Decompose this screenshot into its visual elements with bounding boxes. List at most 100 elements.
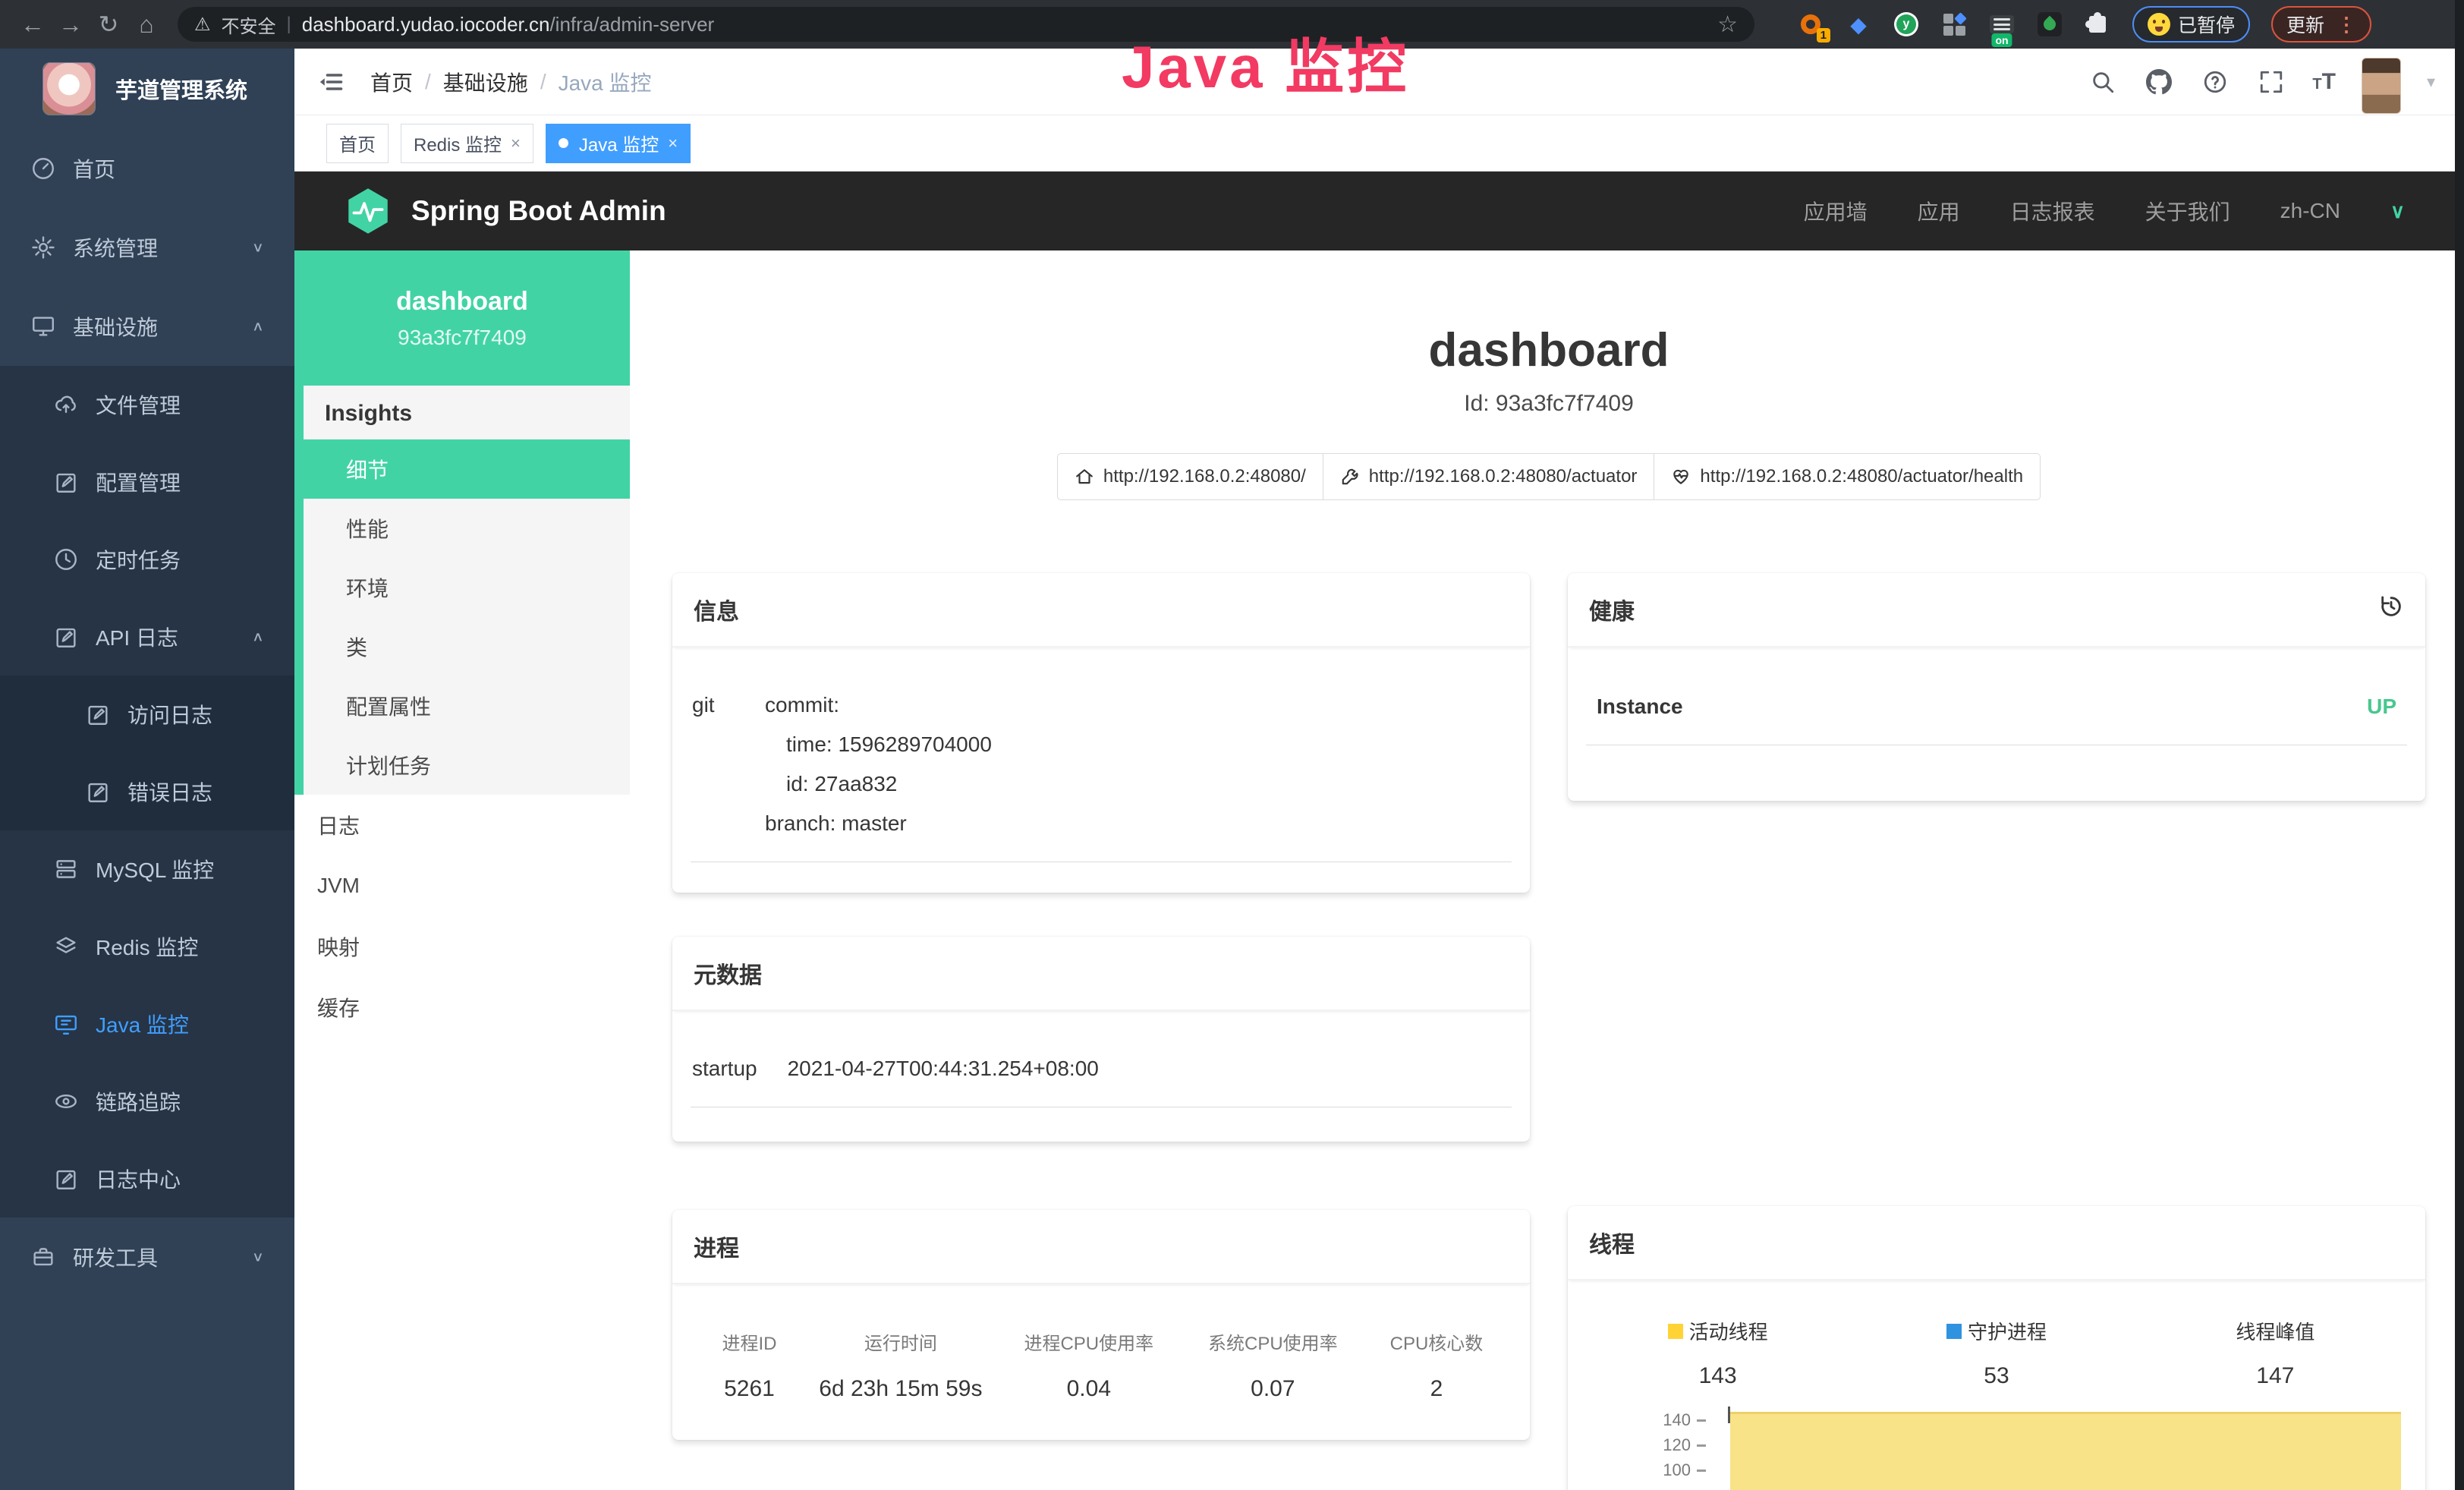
sidebar-item-logs[interactable]: 日志 <box>294 795 630 855</box>
info-key: git <box>692 685 765 843</box>
instance-id-subtitle: Id: 93a3fc7f7409 <box>672 391 2425 417</box>
sidebar-item-caches[interactable]: 缓存 <box>294 977 630 1038</box>
history-icon[interactable] <box>2378 594 2404 625</box>
sidebar-bottom-items: 日志 JVM 映射 缓存 <box>294 795 630 1038</box>
sidebar-item-infrastructure[interactable]: 基础设施 ∧ <box>0 287 294 366</box>
breadcrumb-current: Java 监控 <box>559 67 652 97</box>
locale-caret-icon[interactable]: ∨ <box>2390 200 2405 223</box>
browser-back-button[interactable]: ← <box>14 5 52 43</box>
fullscreen-icon[interactable] <box>2256 67 2286 97</box>
extension-ring-icon[interactable]: 1 <box>1797 11 1824 38</box>
chevron-up-icon: ∧ <box>252 319 264 335</box>
github-icon[interactable] <box>2144 67 2174 97</box>
sidebar-item-system-mgmt[interactable]: 系统管理 ∨ <box>0 208 294 287</box>
sidebar-item-file-mgmt[interactable]: 文件管理 <box>0 366 294 443</box>
extension-tiles-icon[interactable] <box>1940 11 1968 38</box>
sidebar-item-log-center[interactable]: 日志中心 <box>0 1140 294 1218</box>
live-threads-value: 143 <box>1578 1363 1857 1389</box>
search-icon[interactable] <box>2088 67 2118 97</box>
browser-update-button[interactable]: 更新 ⋮ <box>2271 6 2371 43</box>
breadcrumb-infrastructure[interactable]: 基础设施 <box>443 67 528 97</box>
extension-list-icon[interactable]: on <box>1988 11 2016 38</box>
browser-home-button[interactable]: ⌂ <box>127 5 165 43</box>
sidebar-item-tracing[interactable]: 链路追踪 <box>0 1063 294 1140</box>
close-icon[interactable]: × <box>668 134 678 153</box>
service-url-button[interactable]: http://192.168.0.2:48080/ <box>1057 453 1323 500</box>
window-right-edge <box>2455 0 2464 1490</box>
instance-sidebar: dashboard 93a3fc7f7409 Insights 细节 性能 环境… <box>294 250 630 1490</box>
server-icon <box>53 856 79 882</box>
metadata-card: 元数据 startup 2021-04-27T00:44:31.254+08:0… <box>672 937 1530 1142</box>
sba-brand-title[interactable]: Spring Boot Admin <box>411 195 666 227</box>
close-icon[interactable]: × <box>511 134 521 153</box>
sidebar-item-mysql-monitor[interactable]: MySQL 监控 <box>0 830 294 908</box>
sba-locale-select[interactable]: zh-CN <box>2280 199 2340 223</box>
insights-item-metrics[interactable]: 性能 <box>304 499 630 558</box>
app-menu: 首页 系统管理 ∨ 基础设施 ∧ 文件管理 配置管理 定时任务 API 日志 ∧ <box>0 129 294 1296</box>
sidebar-item-error-logs[interactable]: 错误日志 <box>0 753 294 830</box>
bookmark-star-icon[interactable]: ☆ <box>1717 11 1738 38</box>
extension-leaf-icon[interactable] <box>2036 11 2063 38</box>
health-card-title: 健康 <box>1589 593 1635 626</box>
sidebar-item-redis-monitor[interactable]: Redis 监控 <box>0 908 294 985</box>
info-value: commit: time: 1596289704000 id: 27aa832 … <box>765 685 992 843</box>
instance-content: dashboard Id: 93a3fc7f7409 http://192.16… <box>630 250 2455 1490</box>
live-threads-area <box>1730 1412 2401 1490</box>
app-logo[interactable]: 芋道管理系统 <box>0 49 294 129</box>
extensions-puzzle-icon[interactable] <box>2084 11 2111 38</box>
metadata-card-title: 元数据 <box>694 956 762 990</box>
sidebar-toggle-icon[interactable] <box>314 65 348 99</box>
help-icon[interactable] <box>2200 67 2230 97</box>
info-card: 信息 git commit: time: 1596289704000 id: 2… <box>672 573 1530 893</box>
browser-menu-icon[interactable]: ⋮ <box>2337 13 2356 36</box>
chevron-up-icon: ∧ <box>252 629 264 645</box>
insights-item-scheduled-tasks[interactable]: 计划任务 <box>304 736 630 795</box>
font-size-icon[interactable]: TT <box>2312 69 2336 95</box>
tag-home[interactable]: 首页 <box>326 124 389 163</box>
insights-section: Insights 细节 性能 环境 类 配置属性 计划任务 <box>294 386 630 795</box>
sba-nav-applications[interactable]: 应用 <box>1918 196 1960 226</box>
pencil-square-icon <box>53 624 79 650</box>
sba-nav-journal[interactable]: 日志报表 <box>2010 196 2095 226</box>
insights-item-environment[interactable]: 环境 <box>304 558 630 617</box>
insights-item-details[interactable]: 细节 <box>294 439 630 499</box>
sidebar-item-java-monitor[interactable]: Java 监控 <box>0 985 294 1063</box>
sidebar-item-access-logs[interactable]: 访问日志 <box>0 676 294 753</box>
health-instance-row[interactable]: Instance UP <box>1586 695 2407 745</box>
threads-card-title: 线程 <box>1589 1226 1635 1259</box>
extension-pin-icon[interactable]: ◆ <box>1845 11 1872 38</box>
health-card: 健康 Instance UP <box>1568 573 2425 801</box>
insights-item-config-props[interactable]: 配置属性 <box>304 676 630 736</box>
daemon-threads-swatch-icon <box>1946 1324 1962 1339</box>
address-bar[interactable]: ⚠ 不安全 | dashboard.yudao.iocoder.cn/infra… <box>178 7 1754 42</box>
extension-y-icon[interactable]: y <box>1893 11 1920 38</box>
sba-nav: 应用墙 应用 日志报表 关于我们 zh-CN ∨ <box>1804 196 2405 226</box>
instance-header[interactable]: dashboard 93a3fc7f7409 <box>294 250 630 386</box>
sidebar-item-jvm[interactable]: JVM <box>294 855 630 916</box>
sba-nav-about[interactable]: 关于我们 <box>2145 196 2230 226</box>
sidebar-item-dev-tools[interactable]: 研发工具 ∨ <box>0 1218 294 1296</box>
chevron-down-icon: ∨ <box>252 240 264 256</box>
process-uptime: 6d 23h 15m 59s <box>807 1376 995 1402</box>
breadcrumb-home[interactable]: 首页 <box>370 67 413 97</box>
sidebar-item-scheduled-jobs[interactable]: 定时任务 <box>0 521 294 598</box>
recorder-paused-badge[interactable]: 已暂停 <box>2132 6 2250 43</box>
gauge-icon <box>30 156 56 181</box>
sidebar-item-config-mgmt[interactable]: 配置管理 <box>0 443 294 521</box>
sidebar-item-home[interactable]: 首页 <box>0 129 294 208</box>
sidebar-item-api-logs[interactable]: API 日志 ∧ <box>0 598 294 676</box>
user-avatar[interactable] <box>2362 58 2401 114</box>
sidebar-item-mappings[interactable]: 映射 <box>294 916 630 977</box>
insights-item-classes[interactable]: 类 <box>304 617 630 676</box>
tag-java-monitor[interactable]: Java 监控 × <box>546 124 691 163</box>
url-domain: dashboard.yudao.iocoder.cn <box>302 13 550 36</box>
cpu-cores: 2 <box>1363 1376 1510 1402</box>
actuator-url-button[interactable]: http://192.168.0.2:48080/actuator <box>1323 453 1655 500</box>
avatar-caret-icon[interactable]: ▾ <box>2427 72 2435 92</box>
browser-reload-button[interactable]: ↻ <box>90 5 127 43</box>
tag-redis-monitor[interactable]: Redis 监控 × <box>401 124 533 163</box>
health-url-button[interactable]: http://192.168.0.2:48080/actuator/health <box>1654 453 2041 500</box>
app-logo-image <box>42 62 96 115</box>
sba-nav-wallboard[interactable]: 应用墙 <box>1804 196 1868 226</box>
browser-forward-button[interactable]: → <box>52 5 90 43</box>
